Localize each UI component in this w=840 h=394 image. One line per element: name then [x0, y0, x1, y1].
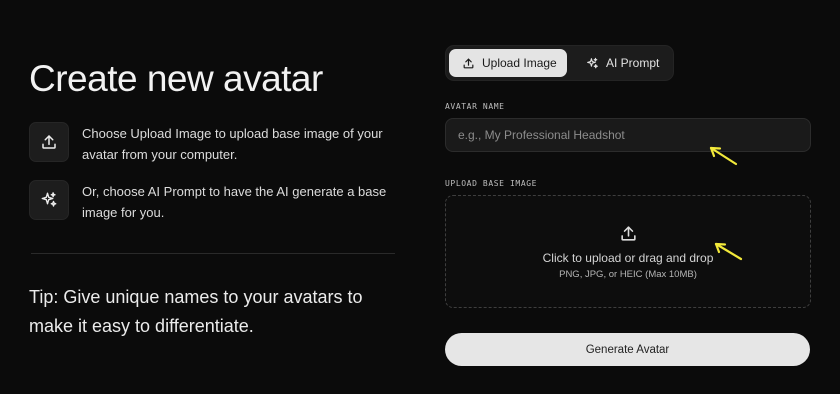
- info-text-upload: Choose Upload Image to upload base image…: [82, 126, 383, 162]
- tab-upload-image-label: Upload Image: [482, 56, 557, 70]
- tip-text: Tip: Give unique names to your avatars t…: [29, 287, 363, 336]
- annotation-arrow-icon: [709, 146, 738, 166]
- tab-ai-prompt-label: AI Prompt: [606, 56, 660, 70]
- tab-ai-prompt[interactable]: AI Prompt: [573, 49, 671, 77]
- upload-instructions: Click to upload or drag and drop: [542, 251, 714, 265]
- upload-file-types: PNG, JPG, or HEIC (Max 10MB): [559, 269, 697, 280]
- upload-icon: [462, 57, 475, 70]
- create-avatar-form: Upload Image AI Prompt AVATAR NAME UPLOA…: [445, 0, 811, 394]
- page-title: Create new avatar: [29, 58, 323, 99]
- avatar-name-input[interactable]: [445, 118, 811, 152]
- source-tabs: Upload Image AI Prompt: [445, 45, 674, 81]
- sparkles-icon: [586, 57, 599, 70]
- upload-icon: [29, 122, 69, 162]
- upload-image-label: UPLOAD BASE IMAGE: [445, 179, 538, 188]
- info-text-ai-prompt: Or, choose AI Prompt to have the AI gene…: [82, 184, 387, 220]
- info-row-ai-prompt: Or, choose AI Prompt to have the AI gene…: [29, 180, 392, 223]
- avatar-name-label: AVATAR NAME: [445, 102, 505, 111]
- tab-upload-image[interactable]: Upload Image: [449, 49, 567, 77]
- info-row-upload: Choose Upload Image to upload base image…: [29, 122, 392, 165]
- upload-icon: [619, 224, 638, 248]
- divider: [31, 253, 395, 254]
- generate-avatar-button[interactable]: Generate Avatar: [445, 333, 810, 366]
- annotation-arrow-icon: [714, 242, 743, 261]
- upload-dropzone[interactable]: Click to upload or drag and drop PNG, JP…: [445, 195, 811, 308]
- sparkles-icon: [29, 180, 69, 220]
- intro-panel: Create new avatar Choose Upload Image to…: [29, 0, 397, 394]
